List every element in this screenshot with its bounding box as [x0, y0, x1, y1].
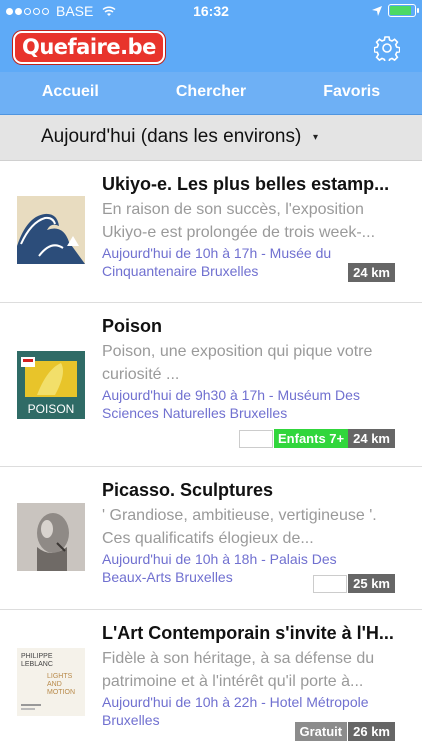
- event-badges: Enfants 7+ 24 km: [239, 429, 395, 448]
- distance-badge: 24 km: [348, 263, 395, 282]
- chevron-down-icon: ▾: [313, 132, 319, 143]
- description-line: Ukiyo-e est prolongée de trois week-...: [102, 224, 376, 241]
- event-title: Ukiyo-e. Les plus belles estamp...: [102, 174, 390, 194]
- free-badge: Gratuit: [294, 722, 348, 741]
- description-line: patrimoine et à l'intérêt qu'il porte à.…: [102, 673, 364, 690]
- description-line: Poison, une exposition qui pique votre: [102, 343, 373, 360]
- tab-accueil[interactable]: Accueil: [0, 72, 141, 114]
- schedule-line: Aujourd'hui de 10h à 22h - Hotel Métropo…: [102, 694, 369, 710]
- schedule-line: Aujourd'hui de 10h à 18h - Palais Des: [102, 551, 337, 567]
- tab-chercher[interactable]: Chercher: [141, 72, 282, 114]
- event-title: Picasso. Sculptures: [102, 480, 274, 500]
- thumbnail-text: MOTION: [47, 689, 75, 696]
- date-filter-dropdown[interactable]: Aujourd'hui (dans les environs) ▾: [0, 115, 422, 161]
- description-line: En raison de son succès, l'exposition: [102, 201, 364, 218]
- description-line: ' Grandiose, ambitieuse, vertigineuse '.: [102, 507, 377, 524]
- event-title: L'Art Contemporain s'invite à l'H...: [102, 623, 394, 643]
- description-line: Fidèle à son héritage, à sa défense du: [102, 650, 375, 667]
- status-bar: BASE 16:32: [0, 0, 422, 22]
- gear-icon[interactable]: [374, 35, 400, 61]
- event-description: En raison de son succès, l'exposition Uk…: [102, 198, 402, 244]
- app-header: BASE 16:32 Quefaire.be: [0, 0, 422, 72]
- event-thumbnail: [17, 503, 85, 571]
- thumbnail-text: PHILIPPE: [21, 653, 53, 660]
- status-time: 16:32: [193, 3, 229, 19]
- app-logo[interactable]: Quefaire.be: [13, 31, 165, 64]
- schedule-line: Aujourd'hui de 10h à 17h - Musée du: [102, 245, 332, 261]
- status-right: [372, 4, 419, 17]
- event-title: Poison: [102, 316, 163, 336]
- event-item[interactable]: PHILIPPE LEBLANC LIGHTS AND MOTION L'Art…: [0, 610, 422, 751]
- schedule-line: Aujourd'hui de 9h30 à 17h - Muséum Des: [102, 387, 360, 403]
- event-description: ' Grandiose, ambitieuse, vertigineuse '.…: [102, 504, 402, 550]
- description-line: curiosité ...: [102, 366, 180, 383]
- thumbnail-text: LIGHTS: [47, 673, 73, 680]
- event-item[interactable]: Picasso. Sculptures ' Grandiose, ambitie…: [0, 467, 422, 610]
- empty-badge: [313, 574, 348, 593]
- distance-badge: 25 km: [348, 574, 395, 593]
- distance-badge: 26 km: [348, 722, 395, 741]
- event-badges: 25 km: [313, 574, 395, 593]
- thumbnail-text: LEBLANC: [21, 661, 53, 668]
- main-nav: Accueil Chercher Favoris: [0, 72, 422, 115]
- empty-badge: [239, 429, 274, 448]
- event-badges: 24 km: [348, 263, 395, 282]
- event-description: Poison, une exposition qui pique votre c…: [102, 340, 402, 386]
- location-line: Sciences Naturelles Bruxelles: [102, 405, 288, 421]
- event-schedule-location: Aujourd'hui de 9h30 à 17h - Muséum Des S…: [102, 386, 402, 422]
- event-description: Fidèle à son héritage, à sa défense du p…: [102, 647, 402, 693]
- event-item[interactable]: Ukiyo-e. Les plus belles estamp... En ra…: [0, 161, 422, 303]
- tab-favoris[interactable]: Favoris: [281, 72, 422, 114]
- distance-badge: 24 km: [348, 429, 395, 448]
- description-line: Ces qualificatifs élogieux de...: [102, 530, 314, 547]
- event-item[interactable]: POISON Poison Poison, une exposition qui…: [0, 303, 422, 467]
- thumbnail-text: POISON: [28, 402, 75, 416]
- thumbnail-text: AND: [47, 681, 62, 688]
- battery-icon: [388, 4, 419, 17]
- filter-selected-value: Aujourd'hui (dans les environs): [41, 126, 302, 147]
- event-thumbnail: PHILIPPE LEBLANC LIGHTS AND MOTION: [17, 648, 85, 716]
- event-thumbnail: POISON: [17, 351, 85, 419]
- location-arrow-icon: [372, 5, 382, 16]
- event-badges: Gratuit 26 km: [294, 722, 395, 741]
- kids-age-badge: Enfants 7+: [274, 429, 349, 448]
- event-thumbnail: [17, 196, 85, 264]
